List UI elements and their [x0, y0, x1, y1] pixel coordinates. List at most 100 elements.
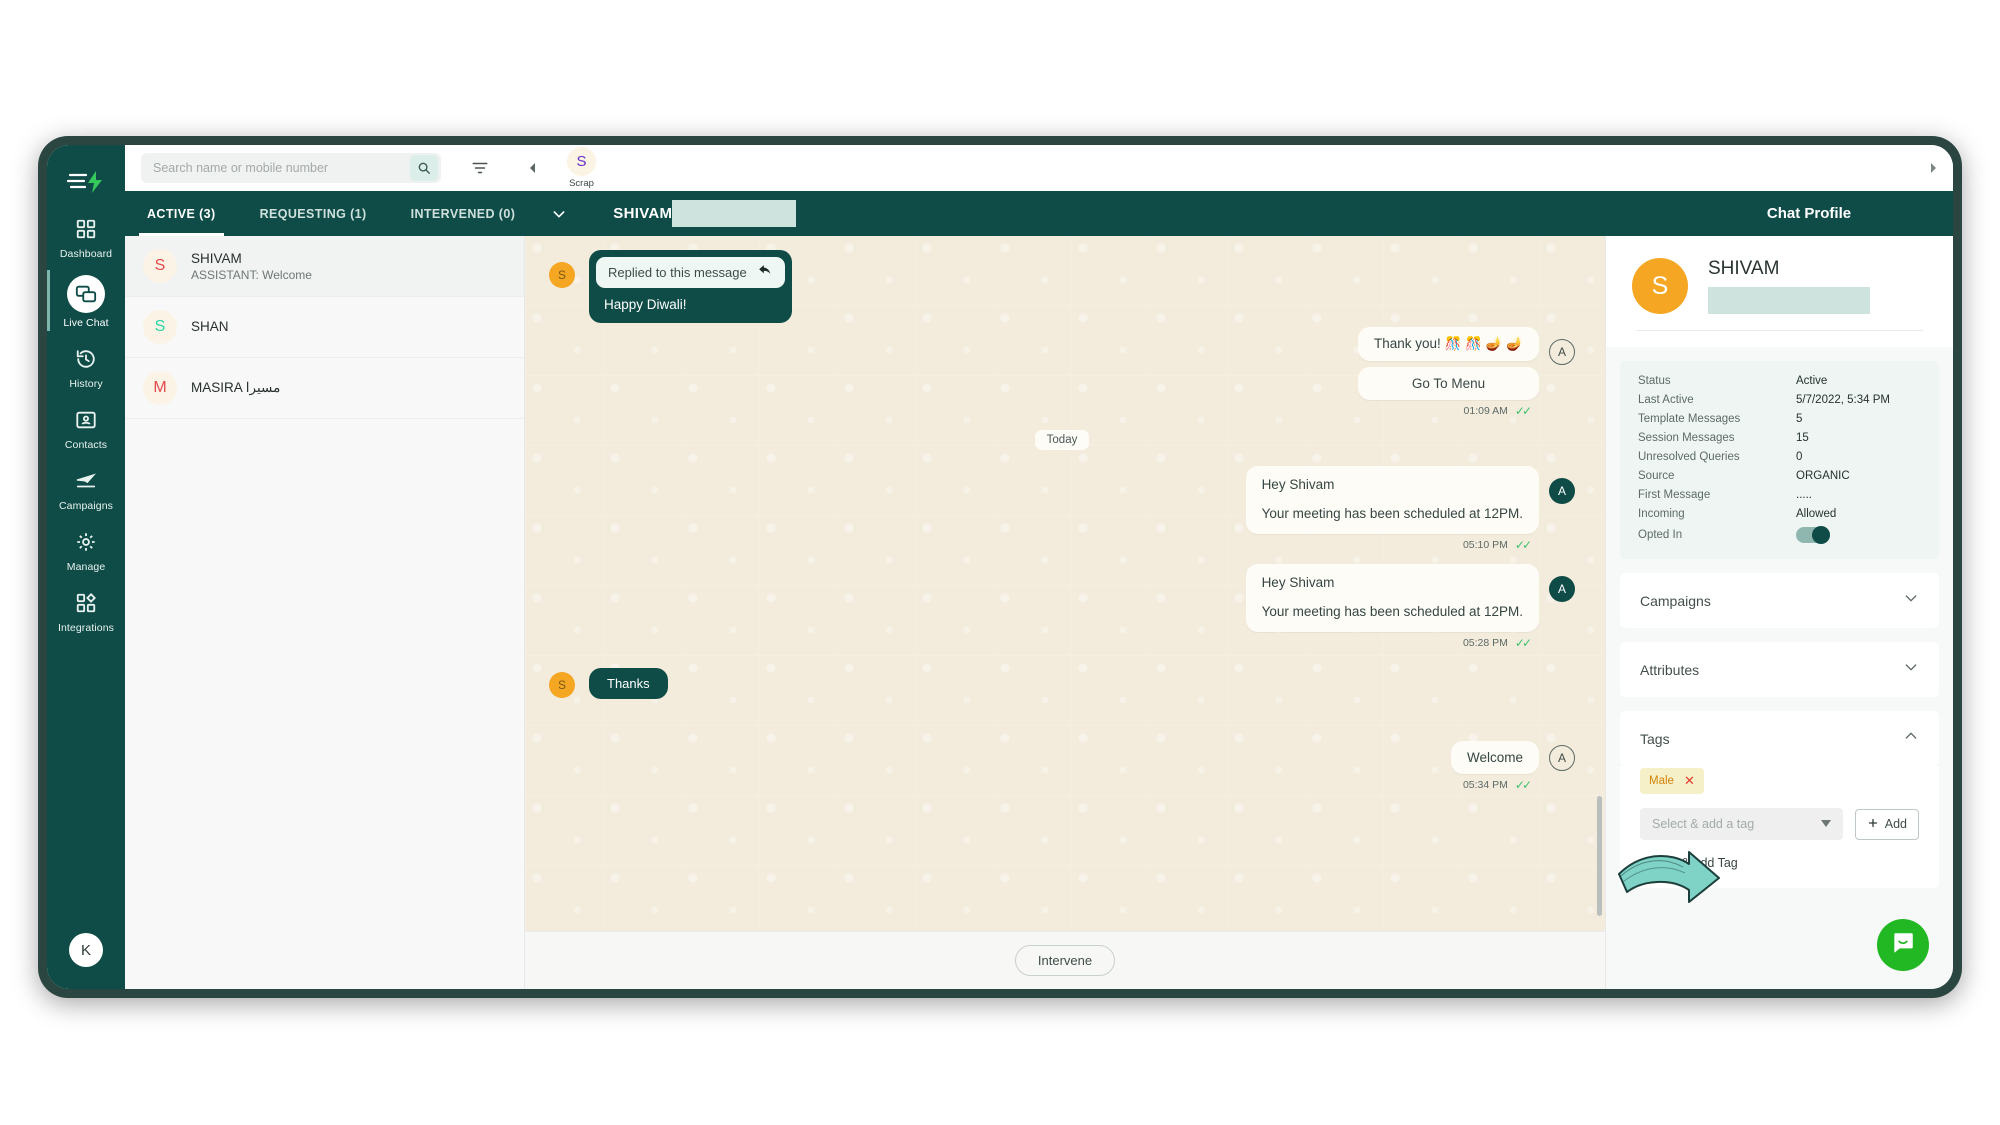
plus-icon: [1867, 817, 1879, 832]
sidebar-item-live-chat[interactable]: Live Chat: [47, 266, 125, 335]
app-screen: Dashboard Live Chat History Contacts Cam…: [47, 145, 1953, 989]
profile-name-block: SHIVAM: [1708, 258, 1870, 314]
collapse-panel-icon[interactable]: [527, 161, 539, 175]
filter-icon[interactable]: [471, 159, 489, 177]
sidebar-item-history[interactable]: History: [47, 335, 125, 396]
tab-requesting[interactable]: REQUESTING (1): [238, 191, 389, 236]
search-icon[interactable]: [410, 155, 438, 181]
tab-active[interactable]: ACTIVE (3): [125, 191, 238, 236]
sidebar-item-dashboard[interactable]: Dashboard: [47, 205, 125, 266]
stat-key: Incoming: [1638, 508, 1685, 520]
list-item[interactable]: M MASIRA مسيرا: [125, 358, 524, 419]
go-to-menu-button[interactable]: Go To Menu: [1357, 367, 1539, 400]
top-bar: S Scrap: [125, 145, 1953, 191]
status-badge: Active: [1796, 375, 1828, 387]
message-row-incoming: S Thanks: [549, 668, 1575, 699]
day-divider: Today: [1034, 430, 1090, 450]
close-icon[interactable]: ✕: [1684, 773, 1695, 789]
sidebar-item-label: Campaigns: [58, 500, 113, 512]
stat-row: Incoming Allowed: [1638, 508, 1921, 520]
read-receipt-icon: ✓✓: [1514, 404, 1532, 418]
grid-icon: [71, 214, 101, 244]
intercom-launcher-button[interactable]: [1877, 919, 1929, 971]
message-text: Happy Diwali!: [604, 297, 687, 312]
accordion-attributes[interactable]: Attributes: [1620, 642, 1939, 697]
page-title: SHIVAM: [1708, 258, 1780, 279]
message-meta: 05:10 PM ✓✓: [549, 538, 1575, 552]
scrap-label: Scrap: [569, 178, 594, 189]
message-time: 05:34 PM: [1462, 779, 1508, 791]
chevron-up-icon: [1903, 728, 1919, 749]
avatar: A: [1549, 339, 1575, 365]
conversation-title-wrapper: SHIVAM: [581, 191, 1665, 236]
opted-in-toggle[interactable]: [1796, 526, 1830, 544]
sidebar-item-contacts[interactable]: Contacts: [47, 396, 125, 457]
create-and-add-tag-link[interactable]: Create & Add Tag: [1640, 856, 1919, 870]
message-bubble-outgoing: Hey Shivam Your meeting has been schedul…: [1245, 466, 1539, 534]
sidebar-item-campaigns[interactable]: Campaigns: [47, 457, 125, 518]
avatar: S: [549, 672, 575, 698]
list-item[interactable]: S SHAN: [125, 297, 524, 358]
scrollbar[interactable]: [1597, 796, 1602, 916]
accordion-tags[interactable]: Tags: [1620, 711, 1939, 766]
conversation-name: MASIRA مسيرا: [191, 379, 281, 395]
stat-key: Template Messages: [1638, 413, 1741, 425]
chat-footer: Intervene: [525, 931, 1605, 989]
stat-key: First Message: [1638, 489, 1711, 501]
sidebar-item-manage[interactable]: Manage: [47, 518, 125, 579]
chat-icon: [67, 275, 105, 313]
message-bubble-outgoing: Hey Shivam Your meeting has been schedul…: [1245, 564, 1539, 632]
tab-intervened[interactable]: INTERVENED (0): [389, 191, 538, 236]
sidebar-item-label: Dashboard: [59, 248, 113, 260]
stat-value: 0: [1796, 451, 1803, 463]
search-input[interactable]: [141, 153, 410, 183]
tag-chip[interactable]: Male ✕: [1640, 768, 1704, 794]
scrap-account-chip[interactable]: S Scrap: [567, 147, 596, 189]
stat-row: Session Messages 15: [1638, 432, 1921, 444]
left-nav-rail: Dashboard Live Chat History Contacts Cam…: [47, 145, 125, 989]
message-bubble-incoming: Thanks: [589, 668, 668, 699]
tag-label: Male: [1649, 775, 1674, 787]
tag-select-dropdown[interactable]: Select & add a tag: [1640, 808, 1843, 840]
redacted-phone-block: [1708, 287, 1870, 314]
gear-icon: [71, 527, 101, 557]
add-tag-button[interactable]: Add: [1854, 808, 1919, 840]
message-bubble-incoming: Replied to this message Happy Diwali!: [589, 250, 792, 323]
avatar[interactable]: K: [69, 933, 103, 967]
main-column: S Scrap ACTIVE (3) REQUESTING (1) INTERV…: [125, 145, 1953, 989]
quoted-message: Replied to this message: [596, 257, 785, 288]
avatar: A: [1549, 576, 1575, 602]
list-item-texts: SHAN: [191, 318, 229, 336]
stat-key: Source: [1638, 470, 1675, 482]
conversation-list: S SHIVAM ASSISTANT: Welcome S SHAN M MAS…: [125, 236, 525, 989]
message-bubble-outgoing: Thank you! 🎊 🎊 🪔 🪔: [1357, 327, 1539, 361]
accordion-title: Attributes: [1640, 661, 1700, 678]
history-icon: [71, 344, 101, 374]
message-text-line1: Hey Shivam: [1261, 575, 1335, 590]
expand-panel-icon[interactable]: [1927, 161, 1939, 175]
stat-value: 5/7/2022, 5:34 PM: [1796, 394, 1890, 406]
avatar: M: [143, 371, 177, 405]
body-row: S SHIVAM ASSISTANT: Welcome S SHAN M MAS…: [125, 236, 1953, 989]
message-row-outgoing: Hey Shivam Your meeting has been schedul…: [549, 466, 1575, 534]
message-scroll-area[interactable]: S Replied to this message Happy Diwali! …: [525, 236, 1605, 931]
stat-key: Opted In: [1638, 529, 1683, 541]
stat-row: Opted In: [1638, 526, 1921, 544]
read-receipt-icon: ✓✓: [1514, 778, 1532, 792]
message-time: 05:10 PM: [1462, 539, 1508, 551]
sidebar-item-integrations[interactable]: Integrations: [47, 579, 125, 640]
reply-arrow-icon: [757, 264, 773, 281]
stat-key: Last Active: [1638, 394, 1694, 406]
list-item[interactable]: S SHIVAM ASSISTANT: Welcome: [125, 236, 524, 297]
chevron-down-icon: [1903, 659, 1919, 680]
accordion-campaigns[interactable]: Campaigns: [1620, 573, 1939, 628]
intervene-button[interactable]: Intervene: [1014, 945, 1116, 976]
avatar: A: [1549, 745, 1575, 771]
conversation-name: SHIVAM: [191, 250, 242, 266]
stat-row: Template Messages 5: [1638, 413, 1921, 425]
read-receipt-icon: ✓✓: [1514, 538, 1532, 552]
chevron-down-icon[interactable]: [537, 191, 581, 236]
chat-pane: S Replied to this message Happy Diwali! …: [525, 236, 1720, 989]
stat-value: 15: [1796, 432, 1809, 444]
message-time: 05:28 PM: [1462, 637, 1508, 649]
